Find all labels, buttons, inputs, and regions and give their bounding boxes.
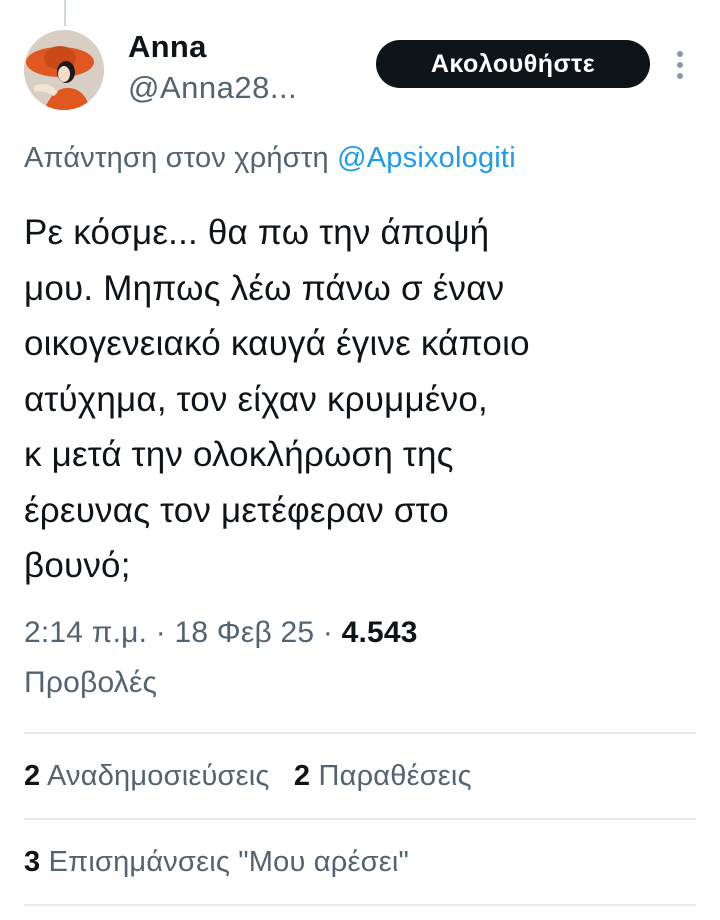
follow-button[interactable]: Ακολουθήστε: [376, 40, 650, 88]
views-count: 4.543: [341, 616, 418, 649]
tweet-header: Anna @Anna28... Ακολουθήστε: [0, 0, 720, 130]
user-handle[interactable]: @Anna28...: [128, 68, 297, 108]
reposts-stat[interactable]: 2 Αναδημοσιεύσεις: [24, 760, 278, 792]
tweet-text: Ρε κόσμε... θα πω την άποψή μου. Μηπως λ…: [24, 205, 694, 594]
quotes-stat[interactable]: 2 Παραθέσεις: [294, 760, 472, 792]
quotes-count: 2: [293, 760, 311, 792]
tweet-text-line: οικογενειακό καυγά έγινε κάποιο: [24, 324, 530, 363]
avatar-illustration: [24, 30, 104, 110]
divider: [24, 904, 696, 906]
views-label: Προβολές: [24, 666, 158, 699]
avatar[interactable]: [24, 30, 104, 110]
divider: [24, 818, 696, 820]
reply-context: Απάντηση στον χρήστη @Apsixologiti: [24, 138, 516, 178]
tweet-date[interactable]: 18 Φεβ 25: [174, 616, 314, 649]
tweet-text-line: μου. Μηπως λέω πάνω σ έναν: [24, 268, 505, 308]
divider: [24, 732, 696, 734]
meta-separator: ·: [322, 616, 334, 649]
tweet-text-line: βουνό;: [24, 546, 131, 585]
reply-prefix: Απάντηση στον χρήστη: [24, 142, 329, 174]
meta-separator: ·: [155, 616, 166, 649]
more-vertical-icon[interactable]: [672, 48, 688, 82]
display-name[interactable]: Anna: [128, 30, 297, 64]
reposts-count: 2: [24, 760, 41, 792]
user-block: Anna @Anna28...: [128, 30, 297, 108]
quotes-label: Παραθέσεις: [318, 760, 472, 792]
tweet-text-line: έρευνας τον μετέφεραν στο: [24, 490, 449, 530]
reposts-label: Αναδημοσιεύσεις: [47, 760, 270, 792]
reply-mention-link[interactable]: @Apsixologiti: [337, 142, 516, 174]
likes-stats-row: 3 Επισημάνσεις "Μου αρέσει": [24, 842, 409, 882]
tweet-text-line: κ μετά την ολοκλήρωση της: [24, 435, 454, 474]
tweet-time[interactable]: 2:14 π.μ.: [24, 616, 147, 649]
likes-label: Επισημάνσεις "Μου αρέσει": [48, 846, 409, 878]
tweet-text-line: ατύχημα, τον είχαν κρυμμένο,: [24, 379, 488, 419]
tweet-meta: 2:14 π.μ. · 18 Φεβ 25 · 4.543 Προβολές: [24, 608, 684, 708]
engagement-stats-row: 2 Αναδημοσιεύσεις 2 Παραθέσεις: [24, 756, 472, 796]
likes-stat[interactable]: 3 Επισημάνσεις "Μου αρέσει": [24, 846, 409, 878]
likes-count: 3: [24, 846, 41, 878]
tweet-text-line: Ρε κόσμε... θα πω την άποψή: [24, 213, 490, 252]
